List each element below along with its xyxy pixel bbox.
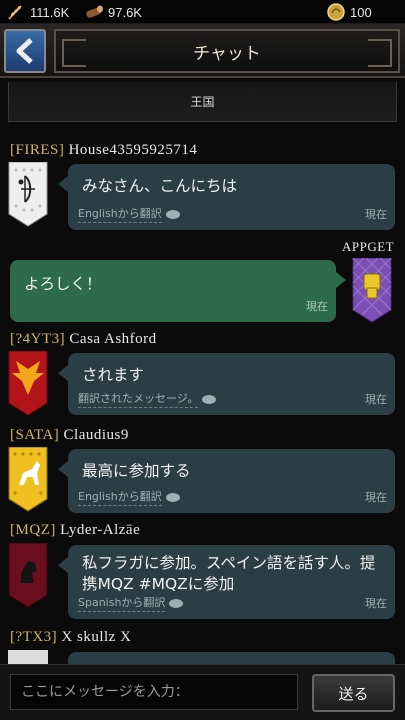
sender-name[interactable]: [MQZ] Lyder-Alzāe <box>10 522 140 539</box>
speech-bubble-icon <box>165 209 180 219</box>
header: チャット <box>0 24 405 78</box>
timestamp: 現在 <box>306 300 328 313</box>
alliance-tag: [?TX3] <box>10 629 58 645</box>
message-input[interactable] <box>10 674 298 710</box>
send-button[interactable]: 送る <box>312 674 395 712</box>
chevron-left-icon <box>16 38 33 64</box>
tab-kingdom[interactable]: 王国 <box>8 82 397 122</box>
sender-name[interactable]: APPGET <box>342 239 394 255</box>
gold-amount: 100 <box>350 4 372 20</box>
house-banner-phoenix-icon[interactable] <box>8 351 48 417</box>
player-name: X skullz X <box>61 629 132 645</box>
house-banner-knight-icon[interactable] <box>8 543 48 609</box>
house-banner-archer-icon[interactable] <box>8 162 48 228</box>
message-input-bar: 送る <box>0 664 405 720</box>
tab-kingdom-label: 王国 <box>190 95 215 109</box>
grain-amount: 111.6K <box>30 4 70 20</box>
timestamp: 現在 <box>365 597 387 610</box>
gold-resource[interactable]: 100 <box>326 3 372 21</box>
message-text: よろしく！ <box>24 275 102 293</box>
translation-info[interactable]: Englishから翻訳 <box>78 205 180 223</box>
timestamp: 現在 <box>365 393 387 406</box>
page-title: チャット <box>193 43 261 64</box>
alliance-tag: [SATA] <box>10 427 60 443</box>
player-name: House43595925714 <box>68 142 198 158</box>
speech-bubble-icon <box>169 598 184 608</box>
wood-resource[interactable]: 97.6K <box>84 3 142 21</box>
translation-label: Englishから翻訳 <box>78 488 162 506</box>
translation-info[interactable]: 翻訳されたメッセージ。 <box>78 390 217 408</box>
message-text: 私フラガに参加。スペイン語を話す人。提携MQZ #MQZに参加 <box>82 554 376 593</box>
speech-bubble-icon <box>165 492 180 502</box>
sender-name[interactable]: [?TX3] X skullz X <box>10 629 131 646</box>
translation-label: Spanishから翻訳 <box>78 594 166 612</box>
gold-coin-icon <box>327 3 345 21</box>
title-plate: チャット <box>54 29 400 73</box>
translation-info[interactable]: Englishから翻訳 <box>78 488 180 506</box>
message-text: 最高に参加する <box>82 462 191 480</box>
grain-resource[interactable]: 111.6K <box>6 3 69 21</box>
timestamp: 現在 <box>365 208 387 221</box>
sender-name[interactable]: [SATA] Claudius9 <box>10 427 129 444</box>
translation-label: Englishから翻訳 <box>78 205 162 223</box>
translation-label: 翻訳されたメッセージ。 <box>78 390 199 408</box>
timestamp: 現在 <box>365 491 387 504</box>
player-name: Claudius9 <box>63 427 129 443</box>
chat-message-partial[interactable] <box>58 652 395 680</box>
translation-info[interactable]: Spanishから翻訳 <box>78 594 184 612</box>
speech-bubble-icon <box>202 394 217 404</box>
chat-message[interactable]: 最高に参加する Englishから翻訳 現在 <box>58 449 395 513</box>
wheat-icon <box>8 5 22 20</box>
house-banner-fist-icon[interactable] <box>352 258 392 324</box>
chat-message-own[interactable]: よろしく！ 現在 <box>10 260 346 322</box>
alliance-tag: [FIRES] <box>10 142 65 158</box>
wood-amount: 97.6K <box>108 4 142 20</box>
back-button[interactable] <box>4 29 46 73</box>
resource-bar: 111.6K 97.6K 100 <box>0 0 405 24</box>
chat-message[interactable]: みなさん、こんにちは Englishから翻訳 現在 <box>58 164 395 230</box>
tab-bar: 王国 <box>0 80 405 126</box>
message-text: されます <box>82 366 145 384</box>
player-name: Lyder-Alzāe <box>60 522 141 538</box>
alliance-tag: [?4YT3] <box>10 331 66 347</box>
chat-message[interactable]: されます 翻訳されたメッセージ。 現在 <box>58 353 395 415</box>
wood-log-icon <box>86 5 103 18</box>
chat-message[interactable]: 私フラガに参加。スペイン語を話す人。提携MQZ #MQZに参加 Spanishか… <box>58 545 395 619</box>
alliance-tag: [MQZ] <box>10 522 56 538</box>
message-text: みなさん、こんにちは <box>82 177 238 195</box>
sender-name[interactable]: [FIRES] House43595925714 <box>10 142 197 159</box>
player-name: Casa Ashford <box>69 331 157 347</box>
player-name: APPGET <box>342 239 395 254</box>
sender-name[interactable]: [?4YT3] Casa Ashford <box>10 331 157 348</box>
house-banner-horse-icon[interactable] <box>8 447 48 513</box>
house-banner-partial[interactable] <box>8 650 48 664</box>
